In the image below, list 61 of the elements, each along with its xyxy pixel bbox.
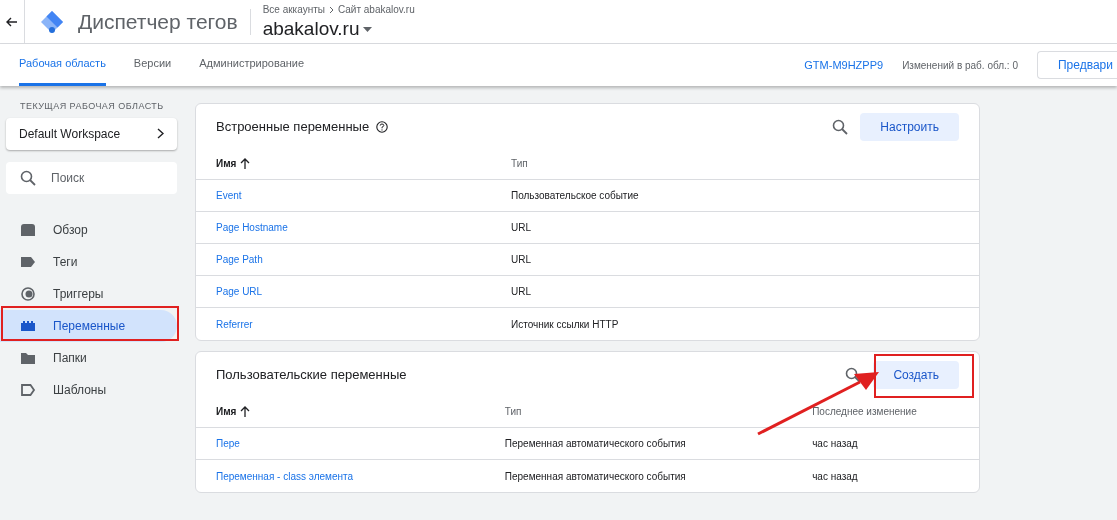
chevron-right-icon bbox=[328, 5, 334, 14]
nav-item[interactable]: Шаблоны bbox=[0, 373, 177, 406]
variable-link[interactable]: Event bbox=[216, 190, 242, 201]
search-field[interactable]: Поиск bbox=[6, 161, 177, 194]
card-title: Пользовательские переменные bbox=[216, 366, 407, 385]
table-cell: Переменная автоматического события bbox=[504, 470, 686, 482]
app-title: Диспетчер тегов bbox=[78, 8, 238, 35]
sort-arrow-icon bbox=[240, 158, 251, 169]
diamond-logo-icon bbox=[40, 9, 64, 34]
table-cell: URL bbox=[511, 222, 531, 233]
table-cell: Пользовательское событие bbox=[511, 190, 639, 201]
help-icon[interactable] bbox=[376, 121, 389, 133]
tray-icon bbox=[20, 222, 36, 237]
table-cell: Источник ссылки HTTP bbox=[511, 318, 619, 330]
search-icon[interactable] bbox=[832, 119, 849, 135]
configure-button[interactable]: Настроить bbox=[860, 113, 959, 141]
column-header[interactable]: Имя bbox=[216, 156, 237, 171]
section-label: ТЕКУЩАЯ РАБОЧАЯ ОБЛАСТЬ bbox=[19, 100, 165, 113]
table-cell: URL bbox=[511, 286, 531, 297]
nav-item[interactable]: Теги bbox=[0, 245, 177, 278]
variable-link[interactable]: Page Hostname bbox=[216, 222, 288, 233]
create-button[interactable]: Создать bbox=[873, 361, 959, 389]
table-cell: Переменная автоматического события bbox=[504, 438, 686, 449]
tab[interactable]: Версии bbox=[133, 44, 172, 86]
search-icon[interactable] bbox=[845, 367, 862, 383]
blocks-icon bbox=[20, 318, 36, 333]
search-icon bbox=[20, 169, 36, 186]
column-header[interactable]: Тип bbox=[504, 404, 522, 419]
container-name[interactable]: abakalov.ru bbox=[262, 17, 360, 41]
trigger-icon bbox=[20, 286, 36, 301]
variable-link[interactable]: Пере bbox=[216, 438, 240, 449]
nav-item[interactable]: Обзор bbox=[0, 213, 177, 246]
column-header[interactable]: Тип bbox=[511, 156, 528, 171]
back-arrow-icon[interactable] bbox=[6, 16, 18, 27]
breadcrumb-link[interactable]: Все аккаунты bbox=[262, 2, 325, 17]
tab[interactable]: Рабочая область bbox=[19, 44, 106, 86]
column-header[interactable]: Последнее изменение bbox=[812, 404, 917, 419]
variable-link[interactable]: Page Path bbox=[216, 254, 263, 265]
breadcrumb-link[interactable]: Сайт abakalov.ru bbox=[337, 2, 415, 17]
nav-item[interactable]: Переменные bbox=[0, 309, 177, 342]
variable-link[interactable]: Referrer bbox=[216, 318, 253, 330]
changes-count: Изменений в раб. обл.: 0 bbox=[902, 58, 1018, 73]
variable-link[interactable]: Переменная - class элемента bbox=[216, 470, 354, 482]
table-cell: URL bbox=[511, 254, 531, 265]
container-id-link[interactable]: GTM-M9HZPP9 bbox=[804, 56, 884, 74]
table-cell: час назад bbox=[812, 470, 858, 482]
dropdown-caret-icon[interactable] bbox=[363, 26, 373, 32]
column-header[interactable]: Имя bbox=[216, 404, 237, 419]
tag-icon bbox=[20, 254, 36, 269]
card-title: Встроенные переменные bbox=[216, 118, 370, 137]
variable-link[interactable]: Page URL bbox=[216, 286, 263, 297]
tag-outline-icon bbox=[20, 382, 36, 397]
nav-item[interactable]: Папки bbox=[0, 341, 177, 374]
folder-icon bbox=[20, 350, 36, 365]
nav-item[interactable]: Триггеры bbox=[0, 277, 177, 310]
chevron-right-icon bbox=[157, 128, 164, 139]
table-cell: час назад bbox=[812, 438, 858, 449]
tab[interactable]: Администрирование bbox=[199, 44, 305, 86]
sort-arrow-icon bbox=[240, 406, 251, 417]
preview-button[interactable]: Предвари bbox=[1037, 51, 1117, 79]
workspace-selector[interactable]: Default Workspace bbox=[6, 117, 177, 150]
